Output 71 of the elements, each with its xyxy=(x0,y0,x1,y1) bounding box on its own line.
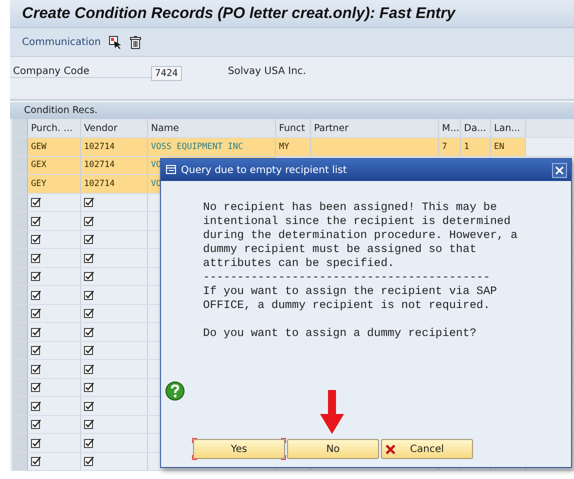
column-header[interactable]: Funct xyxy=(276,119,311,137)
company-code-field[interactable]: 7424 xyxy=(151,66,182,81)
column-header[interactable]: Vendor xyxy=(81,119,148,137)
table-cell: 1 xyxy=(461,138,491,156)
column-header[interactable]: Da... xyxy=(461,119,491,137)
table-cell: GEW xyxy=(28,138,81,156)
window-icon xyxy=(166,165,177,175)
question-text: Do you want to assign a dummy recipient? xyxy=(203,327,478,341)
checkbox-icon[interactable] xyxy=(84,290,94,300)
select-all-cell[interactable] xyxy=(12,119,28,137)
table-cell: 102714 xyxy=(81,156,148,174)
dialog-button[interactable]: Yes xyxy=(193,439,285,459)
checkbox-icon[interactable] xyxy=(84,216,94,226)
separator-line: ------------------------------------------ xyxy=(203,271,492,285)
help-icon xyxy=(165,381,185,401)
checkbox-icon[interactable] xyxy=(31,326,41,337)
close-button[interactable] xyxy=(552,162,567,178)
table-cell: GEX xyxy=(28,156,81,174)
checkbox-icon[interactable] xyxy=(84,197,94,208)
checkbox-icon[interactable] xyxy=(84,456,94,466)
note-text: If you want to assign the recipient via SAP OFFICE, a dummy recipient is not required. xyxy=(203,285,498,313)
trash-icon[interactable] xyxy=(130,36,141,48)
checkbox-icon[interactable] xyxy=(84,326,94,337)
close-icon xyxy=(555,166,564,174)
dialog-button[interactable]: No xyxy=(287,439,379,459)
table-cell: VOSS EQUIPMENT INC xyxy=(148,138,276,156)
checkbox-icon[interactable] xyxy=(31,216,41,226)
checkbox-icon[interactable] xyxy=(31,364,41,374)
cancel-button[interactable]: Cancel xyxy=(381,439,473,459)
checkbox-icon[interactable] xyxy=(31,271,41,282)
checkbox-icon[interactable] xyxy=(31,197,41,208)
checkbox-icon[interactable] xyxy=(31,456,41,466)
checkbox-icon[interactable] xyxy=(31,290,41,300)
section-header: Condition Recs. xyxy=(10,102,574,119)
table-cell: 102714 xyxy=(81,138,148,156)
checkbox-icon[interactable] xyxy=(31,234,41,244)
company-name: Solvay USA Inc. xyxy=(228,66,306,77)
table-cell: 7 xyxy=(439,138,461,156)
window-title: Create Condition Records (PO letter creat.only): Fast Entry xyxy=(22,4,456,22)
column-header[interactable]: M... xyxy=(439,119,461,137)
checkbox-icon[interactable] xyxy=(84,382,94,392)
checkbox-icon[interactable] xyxy=(84,252,94,263)
checkbox-icon[interactable] xyxy=(31,400,41,411)
table-cell: GEY xyxy=(28,175,81,192)
checkbox-icon[interactable] xyxy=(31,308,41,318)
column-header[interactable]: Lan... xyxy=(491,119,526,137)
company-code-label: Company Code xyxy=(10,66,151,78)
table-cell: EN xyxy=(491,138,526,156)
checkbox-icon[interactable] xyxy=(84,419,94,430)
column-header[interactable]: Partner xyxy=(311,119,439,137)
table-cell: MY xyxy=(276,138,311,156)
message-text: No recipient has been assigned! This may be intentional since the recipient is determined during the determination procedure. However, a dummy recipient must be assigned so that attributes can be specified. xyxy=(203,201,518,271)
cancel-icon xyxy=(385,444,396,455)
column-header[interactable]: Purch. ... xyxy=(28,119,81,137)
arrow-annotation xyxy=(320,390,344,434)
checkbox-icon[interactable] xyxy=(84,438,94,448)
checkbox-icon[interactable] xyxy=(31,252,41,263)
column-header[interactable]: Name xyxy=(148,119,276,137)
table-cell: 102714 xyxy=(81,175,148,192)
checkbox-icon[interactable] xyxy=(84,345,94,356)
checkbox-icon[interactable] xyxy=(84,308,94,318)
checkbox-icon[interactable] xyxy=(31,438,41,448)
select-pointer-icon[interactable] xyxy=(108,36,122,48)
checkbox-icon[interactable] xyxy=(84,364,94,374)
checkbox-icon[interactable] xyxy=(31,382,41,392)
communication-menu[interactable]: Communication xyxy=(22,36,101,48)
checkbox-icon[interactable] xyxy=(31,345,41,356)
checkbox-icon[interactable] xyxy=(31,419,41,430)
checkbox-icon[interactable] xyxy=(84,234,94,244)
checkbox-icon[interactable] xyxy=(84,400,94,411)
checkbox-icon[interactable] xyxy=(84,271,94,282)
